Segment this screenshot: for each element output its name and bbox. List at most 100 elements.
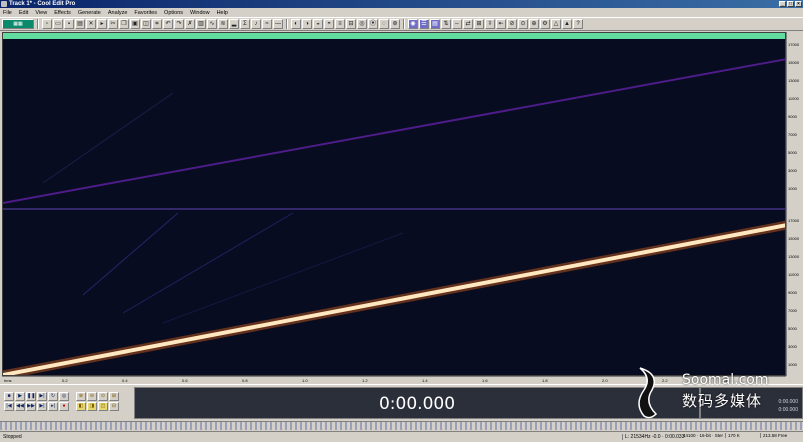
noise-generator-icon[interactable]: ≈ — [262, 19, 272, 29]
settings-icon[interactable]: ⚙ — [540, 19, 550, 29]
zoom-in-horizontal-icon[interactable]: ⊕ — [76, 392, 86, 401]
tone-generator-icon[interactable]: ♪ — [251, 19, 261, 29]
select-all-icon[interactable]: ▥ — [196, 19, 206, 29]
cue-list-icon[interactable]: ☰ — [419, 19, 429, 29]
status-free: 213.58 Free — [760, 433, 787, 438]
open-file-icon[interactable]: ▭ — [53, 19, 63, 29]
save-icon[interactable]: ▪ — [64, 19, 74, 29]
menu-help[interactable]: Help — [217, 10, 228, 16]
play-button[interactable]: ▶ — [15, 392, 25, 401]
zoom-out-vertical-icon[interactable]: ⊟ — [109, 402, 119, 411]
eq-icon[interactable]: ≡ — [335, 19, 345, 29]
maximize-button[interactable]: □ — [787, 1, 794, 7]
zoom-in-vertical-icon[interactable]: ⊞ — [109, 392, 119, 401]
minimize-button[interactable]: _ — [779, 1, 786, 7]
alias-trace-right-1 — [82, 212, 179, 296]
spectrogram-canvas — [3, 58, 785, 375]
trim-icon[interactable]: ⌗ — [152, 19, 162, 29]
waveform-view-icon[interactable]: ∿ — [207, 19, 217, 29]
go-to-end-button[interactable]: ▶| — [37, 402, 47, 411]
redo-icon[interactable]: ↷ — [174, 19, 184, 29]
transport-buttons: ■ ▶ ❚❚ ▶| ↻ ◎ |◀ ◀◀ ▶▶ ▶| ▸| ● — [4, 392, 69, 411]
loop-button[interactable]: ↻ — [48, 392, 58, 401]
normalize-icon[interactable]: ◒ — [313, 19, 323, 29]
click-remover-icon[interactable]: ⊙ — [518, 19, 528, 29]
next-marker-button[interactable]: ▸| — [48, 402, 58, 411]
menu-generate[interactable]: Generate — [78, 10, 101, 16]
dynamics-icon[interactable]: ◓ — [324, 19, 334, 29]
convert-sample-type-icon[interactable]: ⊕ — [529, 19, 539, 29]
menu-analyze[interactable]: Analyze — [108, 10, 128, 16]
open-append-icon[interactable]: ▤ — [75, 19, 85, 29]
fade-icon[interactable]: ◑ — [302, 19, 312, 29]
fast-forward-button[interactable]: ▶▶ — [26, 402, 36, 411]
stretch-icon[interactable]: ⇔ — [452, 19, 462, 29]
mix-paste-icon[interactable]: ◫ — [141, 19, 151, 29]
metronome-icon[interactable]: △ — [551, 19, 561, 29]
new-file-icon[interactable]: ▫ — [42, 19, 52, 29]
frequency-ruler: 17000 15000 13000 11000 9000 7000 5000 3… — [786, 32, 803, 376]
reverb-icon[interactable]: ◎ — [357, 19, 367, 29]
delete-icon[interactable]: ✗ — [185, 19, 195, 29]
cut-icon[interactable]: ✂ — [108, 19, 118, 29]
help-icon[interactable]: ? — [573, 19, 583, 29]
noise-reduction-icon[interactable]: ⊘ — [507, 19, 517, 29]
undo-icon[interactable]: ↶ — [163, 19, 173, 29]
copy-icon[interactable]: ❐ — [119, 19, 129, 29]
pitch-icon[interactable]: ⇅ — [441, 19, 451, 29]
echo-icon[interactable]: ◌ — [379, 19, 389, 29]
channel-mixer-icon[interactable]: ⊞ — [474, 19, 484, 29]
reverse-icon[interactable]: ⇤ — [496, 19, 506, 29]
close-button[interactable]: × — [795, 1, 802, 7]
pause-button[interactable]: ❚❚ — [26, 392, 36, 401]
filter-icon[interactable]: ⊟ — [346, 19, 356, 29]
sweep-trace — [3, 223, 785, 375]
statistics-icon[interactable]: Σ — [240, 19, 250, 29]
cd-player-icon[interactable]: ◉ — [408, 19, 418, 29]
record-button[interactable]: ● — [59, 402, 69, 411]
status-format: 44100 · 16-bit · Stereo — [683, 433, 723, 438]
multitrack-toggle-button[interactable]: ▦▦ — [2, 19, 34, 29]
flanger-icon[interactable]: ⊛ — [390, 19, 400, 29]
silence-icon[interactable]: — — [273, 19, 283, 29]
window-title: Track 1* - Cool Edit Pro — [9, 1, 76, 7]
amplify-icon[interactable]: ◐ — [291, 19, 301, 29]
stop-button[interactable]: ■ — [4, 392, 14, 401]
zoom-to-left-icon[interactable]: ◧ — [76, 402, 86, 411]
zoom-out-horizontal-icon[interactable]: ⊖ — [87, 392, 97, 401]
zoom-to-right-icon[interactable]: ◨ — [87, 402, 97, 411]
menu-file[interactable]: File — [3, 10, 12, 16]
toolbar-separator — [286, 19, 288, 29]
time-display: 0:00.000 — [134, 387, 700, 419]
play-list-icon[interactable]: ▤ — [430, 19, 440, 29]
menu-effects[interactable]: Effects — [54, 10, 71, 16]
menu-edit[interactable]: Edit — [19, 10, 28, 16]
play-file-icon[interactable]: ▸ — [97, 19, 107, 29]
play-to-end-button[interactable]: ▶| — [37, 392, 47, 401]
menu-bar: File Edit View Effects Generate Analyze … — [0, 8, 803, 17]
zoom-buttons: ⊕ ⊖ ⊙ ⊞ ◧ ◨ ◫ ⊟ — [76, 392, 119, 411]
menu-view[interactable]: View — [35, 10, 47, 16]
scripts-icon[interactable]: ▲ — [562, 19, 572, 29]
cool-edit-window: Track 1* - Cool Edit Pro _ □ × File Edit… — [0, 0, 803, 442]
alias-trace-right-2 — [122, 212, 294, 314]
zoom-selection-icon[interactable]: ◫ — [98, 402, 108, 411]
zoom-full-icon[interactable]: ⊙ — [98, 392, 108, 401]
go-to-start-button[interactable]: |◀ — [4, 402, 14, 411]
toolbar-separator — [403, 19, 405, 29]
close-file-icon[interactable]: ✕ — [86, 19, 96, 29]
menu-favorites[interactable]: Favorites — [134, 10, 157, 16]
frequency-analysis-icon[interactable]: ▂ — [229, 19, 239, 29]
menu-window[interactable]: Window — [190, 10, 210, 16]
delay-icon[interactable]: ⦿ — [368, 19, 378, 29]
spectral-view-icon[interactable]: ≋ — [218, 19, 228, 29]
pan-icon[interactable]: ⇄ — [463, 19, 473, 29]
record-monitor-button[interactable]: ◎ — [59, 392, 69, 401]
level-meter — [0, 421, 803, 430]
paste-icon[interactable]: ▣ — [130, 19, 140, 29]
toolbar: ▦▦ ▫ ▭ ▪ ▤ ✕ ▸ ✂ ❐ ▣ ◫ ⌗ ↶ ↷ ✗ ▥ ∿ ≋ ▂ Σ… — [0, 17, 803, 31]
spectral-view[interactable] — [2, 32, 786, 376]
menu-options[interactable]: Options — [164, 10, 183, 16]
rewind-button[interactable]: ◀◀ — [15, 402, 25, 411]
invert-icon[interactable]: ⇳ — [485, 19, 495, 29]
